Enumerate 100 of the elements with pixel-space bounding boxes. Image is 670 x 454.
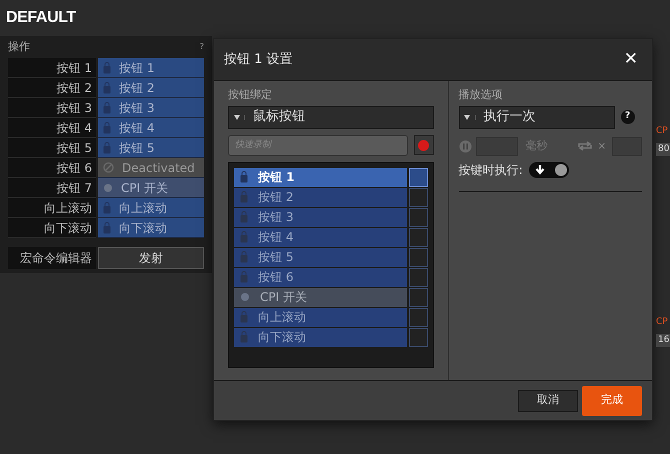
item-label: 按钮 4 bbox=[258, 229, 294, 246]
binding-item[interactable]: 按钮 3 bbox=[234, 208, 407, 228]
action-assignment[interactable]: 按钮 5 bbox=[98, 138, 204, 158]
item-checkbox[interactable] bbox=[408, 328, 428, 346]
prohibited-icon bbox=[103, 162, 114, 173]
cpi-label: CP bbox=[656, 125, 669, 138]
item-checkbox[interactable] bbox=[408, 248, 428, 266]
item-checkbox[interactable] bbox=[408, 228, 428, 246]
button-label: 按钮 1 bbox=[8, 58, 96, 78]
item-checkbox[interactable] bbox=[408, 168, 428, 186]
lock-icon bbox=[240, 191, 248, 203]
cpi-label: CP bbox=[656, 316, 669, 329]
circle-icon bbox=[240, 292, 250, 302]
item-checkbox[interactable] bbox=[408, 288, 428, 306]
binding-item[interactable]: 按钮 1 bbox=[234, 168, 407, 188]
button-label: 按钮 5 bbox=[8, 138, 96, 158]
cancel-button[interactable]: 取消 bbox=[518, 390, 578, 412]
on-press-label: 按键时执行: bbox=[458, 162, 523, 178]
close-button[interactable]: ✕ bbox=[624, 46, 638, 72]
action-label: 按钮 2 bbox=[119, 80, 154, 96]
item-label: 向下滚动 bbox=[258, 329, 306, 346]
item-label: 向上滚动 bbox=[258, 309, 306, 326]
action-assignment[interactable]: 按钮 2 bbox=[98, 78, 204, 98]
playback-label: 播放选项 bbox=[458, 87, 504, 103]
action-label: 按钮 5 bbox=[119, 140, 154, 156]
action-assignment[interactable]: 向下滚动 bbox=[98, 218, 204, 238]
button-label: 按钮 2 bbox=[8, 78, 96, 98]
binding-label: 按钮绑定 bbox=[228, 87, 273, 103]
button-label: 按钮 7 bbox=[8, 178, 96, 198]
record-button[interactable] bbox=[414, 135, 434, 155]
action-label: 按钮 3 bbox=[119, 100, 154, 116]
macro-editor-label: 宏命令编辑器 bbox=[8, 247, 96, 269]
action-assignment[interactable]: 按钮 4 bbox=[98, 118, 204, 138]
button-label: 按钮 6 bbox=[8, 158, 96, 178]
panel-title: 操作 bbox=[8, 38, 30, 55]
action-label: Deactivated bbox=[122, 160, 195, 176]
help-icon[interactable]: ? bbox=[200, 41, 204, 53]
button-label: 向上滚动 bbox=[8, 198, 96, 218]
lock-icon bbox=[240, 211, 248, 223]
item-label: 按钮 6 bbox=[258, 269, 294, 286]
item-checkbox[interactable] bbox=[408, 208, 428, 226]
pause-icon[interactable] bbox=[458, 140, 472, 152]
binding-dropdown[interactable]: 鼠标按钮 bbox=[228, 106, 434, 128]
playback-dropdown[interactable]: 执行一次 bbox=[458, 106, 615, 128]
binding-item[interactable]: 按钮 2 bbox=[234, 188, 407, 208]
item-label: 按钮 2 bbox=[258, 189, 294, 206]
item-label: CPI 开关 bbox=[260, 289, 307, 306]
caret-icon bbox=[234, 114, 240, 120]
item-label: 按钮 5 bbox=[258, 249, 294, 266]
times-label: × bbox=[598, 140, 606, 154]
action-assignment[interactable]: 按钮 1 bbox=[98, 58, 204, 78]
repeat-icon bbox=[576, 140, 594, 152]
action-assignment[interactable]: CPI 开关 bbox=[98, 178, 204, 198]
binding-item[interactable]: 向下滚动 bbox=[234, 328, 407, 348]
action-label: CPI 开关 bbox=[121, 180, 168, 196]
lock-icon bbox=[103, 122, 111, 134]
binding-item[interactable]: 按钮 5 bbox=[234, 248, 407, 268]
lock-icon bbox=[103, 222, 111, 234]
down-arrow-icon bbox=[534, 164, 546, 176]
lock-icon bbox=[240, 231, 248, 243]
item-label: 按钮 1 bbox=[258, 169, 295, 186]
button-label: 按钮 4 bbox=[8, 118, 96, 138]
lock-icon bbox=[103, 62, 111, 74]
cpi-value: 80 bbox=[656, 142, 670, 156]
binding-item[interactable]: CPI 开关 bbox=[234, 288, 407, 308]
item-checkbox[interactable] bbox=[408, 188, 428, 206]
action-assignment[interactable]: 按钮 3 bbox=[98, 98, 204, 118]
action-assignment[interactable]: 向上滚动 bbox=[98, 198, 204, 218]
binding-item[interactable]: 按钮 6 bbox=[234, 268, 407, 288]
lock-icon bbox=[103, 202, 111, 214]
lock-icon bbox=[103, 102, 111, 114]
lock-icon bbox=[240, 251, 248, 263]
lock-icon bbox=[240, 311, 248, 323]
lock-icon bbox=[103, 82, 111, 94]
caret-icon bbox=[464, 114, 470, 120]
profile-title: DEFAULT bbox=[6, 8, 76, 28]
item-checkbox[interactable] bbox=[408, 308, 428, 326]
lock-icon bbox=[240, 331, 248, 343]
item-label: 按钮 3 bbox=[258, 209, 294, 226]
button-label: 向下滚动 bbox=[8, 218, 96, 238]
toggle-knob bbox=[554, 164, 567, 176]
binding-item[interactable]: 向上滚动 bbox=[234, 308, 407, 328]
circle-icon bbox=[103, 182, 113, 192]
action-label: 向上滚动 bbox=[119, 200, 167, 216]
action-label: 按钮 1 bbox=[119, 60, 154, 76]
action-label: 按钮 4 bbox=[119, 120, 154, 136]
lock-icon bbox=[240, 271, 248, 283]
cpi-value: 16 bbox=[656, 334, 670, 347]
action-assignment[interactable]: Deactivated bbox=[98, 158, 204, 178]
action-label: 向下滚动 bbox=[119, 220, 167, 236]
binding-item[interactable]: 按钮 4 bbox=[234, 228, 407, 248]
done-button[interactable]: 完成 bbox=[582, 386, 642, 416]
on-press-toggle[interactable] bbox=[528, 162, 569, 178]
dialog-title: 按钮 1 设置 bbox=[224, 50, 293, 69]
lock-icon bbox=[103, 142, 111, 154]
lock-icon bbox=[240, 171, 248, 183]
fire-button[interactable]: 发射 bbox=[98, 247, 204, 269]
item-checkbox[interactable] bbox=[408, 268, 428, 286]
help-icon[interactable]: ? bbox=[620, 110, 635, 124]
button-label: 按钮 3 bbox=[8, 98, 96, 118]
